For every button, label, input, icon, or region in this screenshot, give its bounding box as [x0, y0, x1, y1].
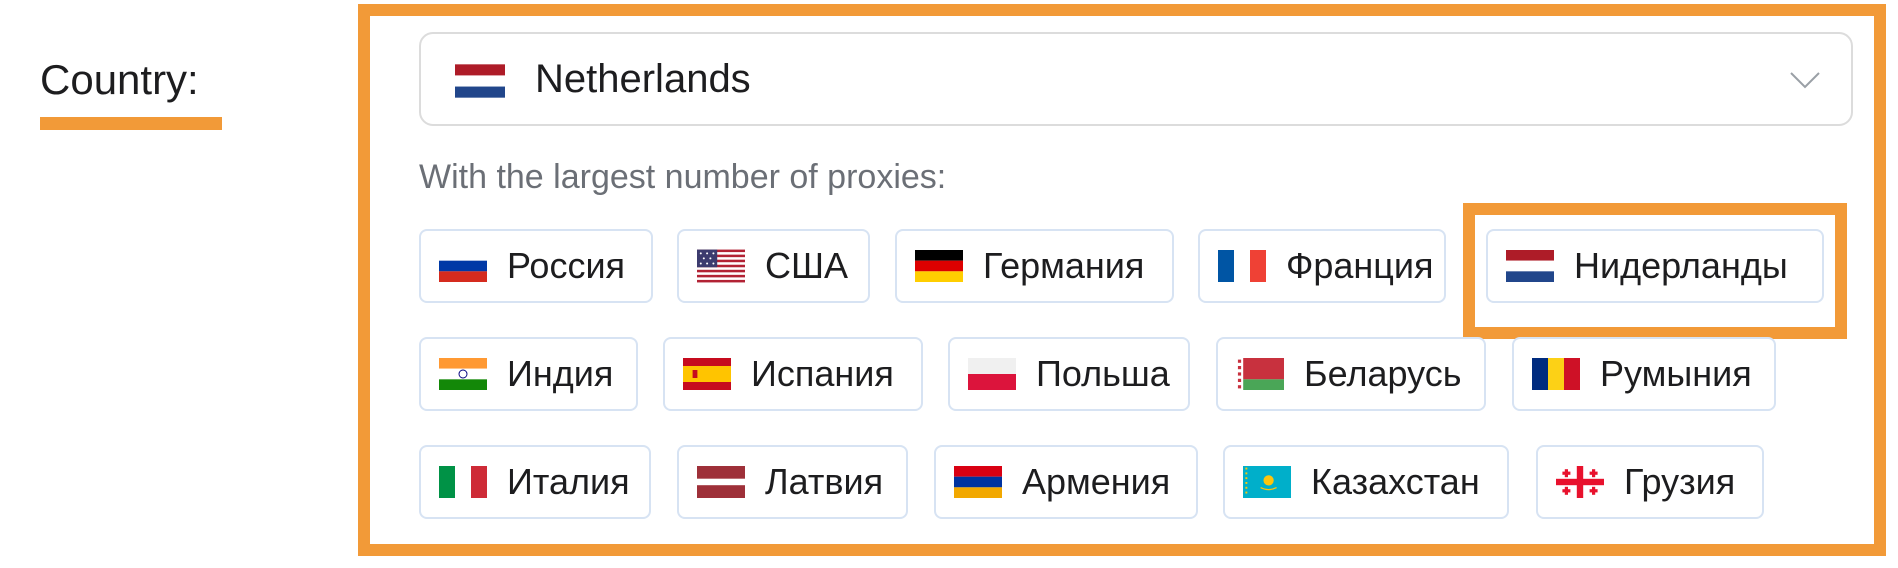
country-chip-russia[interactable]: Россия	[419, 229, 653, 303]
flag-georgia-icon	[1556, 466, 1604, 498]
label-underline	[40, 117, 222, 130]
country-chip-label: Армения	[1022, 461, 1171, 502]
country-chip-label: США	[765, 245, 849, 286]
country-chip-germany[interactable]: Германия	[895, 229, 1174, 303]
country-chip-romania[interactable]: Румыния	[1512, 337, 1776, 411]
chevron-down-icon	[1790, 72, 1820, 89]
country-chip-latvia[interactable]: Латвия	[677, 445, 908, 519]
flag-latvia-icon	[697, 466, 745, 498]
country-chip-france[interactable]: Франция	[1198, 229, 1446, 303]
country-chip-spain[interactable]: Испания	[663, 337, 923, 411]
country-select[interactable]: Netherlands	[419, 32, 1853, 126]
flag-romania-icon	[1532, 358, 1580, 390]
country-select-value: Netherlands	[535, 56, 751, 101]
country-chip-label: Германия	[983, 245, 1145, 286]
country-chip-poland[interactable]: Польша	[948, 337, 1190, 411]
flag-poland-icon	[968, 358, 1016, 390]
country-chip-usa[interactable]: США	[677, 229, 870, 303]
flag-india-icon	[439, 358, 487, 390]
popular-countries-hint: With the largest number of proxies:	[419, 158, 947, 196]
country-chip-label: Франция	[1286, 245, 1434, 286]
selected-chip-highlight	[1463, 203, 1847, 339]
country-chip-label: Беларусь	[1304, 353, 1462, 394]
country-chip-belarus[interactable]: Беларусь	[1216, 337, 1486, 411]
flag-netherlands-icon	[455, 64, 505, 98]
flag-belarus-icon	[1236, 358, 1284, 390]
country-chip-label: Румыния	[1600, 353, 1752, 394]
country-field-label: Country:	[40, 56, 199, 103]
country-chip-label: Грузия	[1624, 461, 1736, 502]
flag-spain-icon	[683, 358, 731, 390]
country-chip-georgia[interactable]: Грузия	[1536, 445, 1764, 519]
flag-germany-icon	[915, 250, 963, 282]
flag-kazakhstan-icon	[1243, 466, 1291, 498]
country-chip-label: Испания	[751, 353, 894, 394]
country-chip-india[interactable]: Индия	[419, 337, 638, 411]
flag-france-icon	[1218, 250, 1266, 282]
flag-italy-icon	[439, 466, 487, 498]
country-chip-label: Италия	[507, 461, 630, 502]
country-chip-label: Латвия	[765, 461, 884, 502]
flag-russia-icon	[439, 250, 487, 282]
country-chip-label: Россия	[507, 245, 626, 286]
country-chip-label: Индия	[507, 353, 614, 394]
country-chip-italy[interactable]: Италия	[419, 445, 651, 519]
country-chip-kazakhstan[interactable]: Казахстан	[1223, 445, 1509, 519]
flag-usa-icon	[697, 249, 745, 283]
flag-armenia-icon	[954, 466, 1002, 498]
country-chip-label: Польша	[1036, 353, 1170, 394]
country-chip-label: Казахстан	[1311, 461, 1480, 502]
country-chip-armenia[interactable]: Армения	[934, 445, 1198, 519]
